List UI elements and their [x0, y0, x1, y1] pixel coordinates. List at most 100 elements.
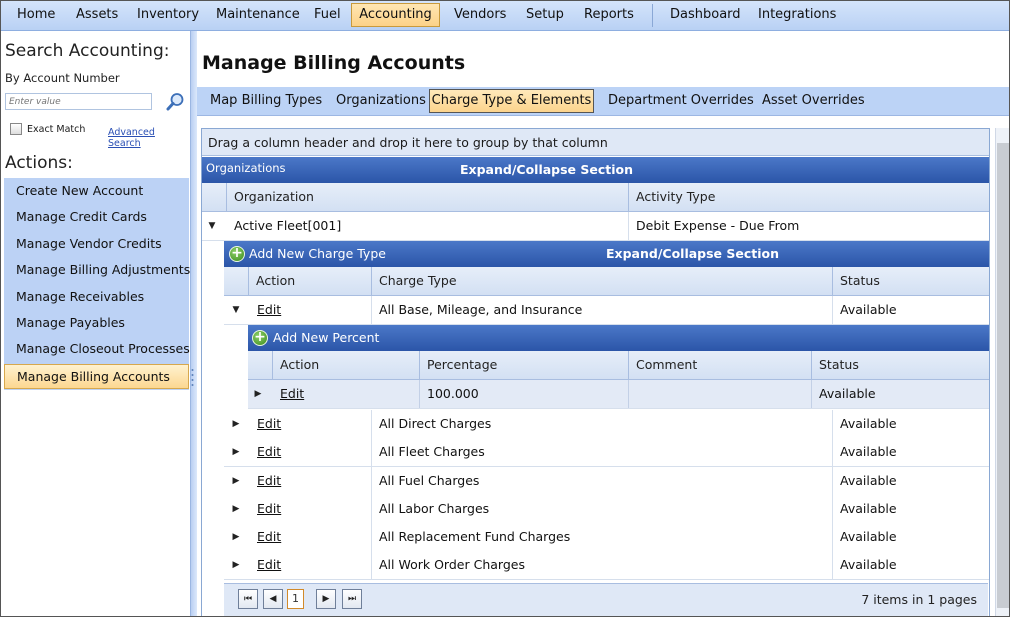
edit-link[interactable]: Edit	[257, 416, 281, 431]
column-organization[interactable]: Organization	[226, 183, 628, 211]
last-page-icon[interactable]: ⏭	[342, 589, 362, 609]
billing-grid: Drag a column header and drop it here to…	[201, 128, 990, 616]
exact-match-checkbox[interactable]	[10, 123, 22, 135]
nav-reports[interactable]: Reports	[584, 4, 634, 26]
nav-dashboard[interactable]: Dashboard	[670, 4, 741, 26]
advanced-search-link[interactable]: Advanced Search	[108, 127, 190, 149]
tab-charge-type-elements[interactable]: Charge Type & Elements	[429, 89, 594, 113]
status-value: Available	[840, 444, 897, 459]
scrollbar-thumb[interactable]	[997, 143, 1009, 608]
first-page-icon[interactable]: ⏮	[238, 589, 258, 609]
action-manage-receivables[interactable]: Manage Receivables	[4, 284, 189, 310]
add-new-charge-type-button[interactable]: Add New Charge Type	[249, 246, 386, 261]
prev-page-icon[interactable]: ◀	[263, 589, 283, 609]
action-manage-closeout-processes[interactable]: Manage Closeout Processes	[4, 336, 190, 362]
edit-link[interactable]: Edit	[280, 386, 304, 401]
vertical-scrollbar[interactable]	[995, 128, 1009, 616]
nav-fuel[interactable]: Fuel	[314, 4, 341, 26]
expand-caret-icon[interactable]: ▶	[226, 410, 246, 438]
percent-header-row: Action Percentage Comment Status	[248, 351, 989, 380]
expand-caret-icon[interactable]: ▶	[226, 551, 246, 579]
org-row: ▼ Active Fleet[001] Debit Expense - Due …	[202, 212, 989, 241]
column-comment[interactable]: Comment	[628, 351, 811, 379]
charge-row: ▶ Edit All Direct Charges Available	[224, 410, 989, 439]
edit-link[interactable]: Edit	[257, 501, 281, 516]
action-manage-payables[interactable]: Manage Payables	[4, 310, 189, 336]
nav-assets[interactable]: Assets	[76, 4, 118, 26]
expand-caret-icon[interactable]: ▶	[226, 438, 246, 466]
collapse-caret-icon[interactable]: ▼	[226, 296, 246, 324]
search-input[interactable]	[5, 93, 152, 110]
expand-caret-icon[interactable]: ▶	[248, 380, 268, 408]
nav-maintenance[interactable]: Maintenance	[216, 4, 300, 26]
page-number-button[interactable]: 1	[287, 589, 304, 609]
column-action[interactable]: Action	[248, 267, 371, 295]
pager-info: 7 items in 1 pages	[861, 592, 977, 607]
tab-map-billing-types[interactable]: Map Billing Types	[210, 91, 322, 111]
tab-department-overrides[interactable]: Department Overrides	[608, 91, 754, 111]
column-status[interactable]: Status	[832, 267, 989, 295]
action-manage-billing-adjustments[interactable]: Manage Billing Adjustments	[4, 257, 190, 283]
nav-home[interactable]: Home	[17, 4, 55, 26]
add-new-percent-button[interactable]: Add New Percent	[273, 330, 379, 345]
edit-link[interactable]: Edit	[257, 302, 281, 317]
expand-caret-icon[interactable]: ▶	[226, 495, 246, 523]
percentage-value: 100.000	[427, 386, 479, 401]
nav-vendors[interactable]: Vendors	[454, 4, 506, 26]
charge-type-value: All Fuel Charges	[379, 473, 480, 488]
group-panel[interactable]: Drag a column header and drop it here to…	[202, 129, 989, 156]
column-percentage[interactable]: Percentage	[419, 351, 628, 379]
org-header-row: Organization Activity Type	[202, 183, 989, 212]
charge-header-row: Action Charge Type Status	[224, 267, 989, 296]
column-status[interactable]: Status	[811, 351, 989, 379]
column-activity-type[interactable]: Activity Type	[628, 183, 989, 211]
next-page-icon[interactable]: ▶	[316, 589, 336, 609]
nav-integrations[interactable]: Integrations	[758, 4, 836, 26]
expand-caret-icon[interactable]: ▶	[226, 523, 246, 551]
expand-collapse-section[interactable]: Expand/Collapse Section	[460, 162, 633, 177]
add-percent-icon[interactable]: +	[252, 330, 268, 346]
action-manage-billing-accounts[interactable]: Manage Billing Accounts	[4, 363, 189, 389]
page-title: Manage Billing Accounts	[202, 52, 466, 74]
sidebar-splitter[interactable]	[190, 31, 197, 616]
charge-type-value: All Work Order Charges	[379, 557, 525, 572]
tab-asset-overrides[interactable]: Asset Overrides	[762, 91, 865, 111]
tab-bar: Map Billing Types Organizations Charge T…	[197, 87, 1009, 116]
nav-accounting[interactable]: Accounting	[351, 3, 440, 27]
nav-inventory[interactable]: Inventory	[137, 4, 199, 26]
action-create-new-account[interactable]: Create New Account	[4, 178, 189, 204]
tab-organizations[interactable]: Organizations	[336, 91, 426, 111]
action-manage-vendor-credits[interactable]: Manage Vendor Credits	[4, 231, 189, 257]
percent-section-bar: + Add New Percent	[248, 325, 989, 351]
edit-link[interactable]: Edit	[257, 473, 281, 488]
nav-setup[interactable]: Setup	[526, 4, 564, 26]
charge-row: ▼ Edit All Base, Mileage, and Insurance …	[224, 296, 989, 325]
search-icon[interactable]	[165, 92, 185, 112]
charge-type-value: All Labor Charges	[379, 501, 490, 516]
status-value: Available	[840, 529, 897, 544]
status-value: Available	[819, 386, 876, 401]
actions-list: Create New Account Manage Credit Cards M…	[4, 178, 190, 390]
add-charge-type-icon[interactable]: +	[229, 246, 245, 262]
column-charge-type[interactable]: Charge Type	[371, 267, 832, 295]
action-manage-credit-cards[interactable]: Manage Credit Cards	[4, 204, 189, 230]
organizations-section-bar[interactable]: Organizations Expand/Collapse Section	[202, 157, 989, 183]
status-value: Available	[840, 302, 897, 317]
charge-row: ▶ Edit All Work Order Charges Available	[224, 551, 989, 580]
edit-link[interactable]: Edit	[257, 557, 281, 572]
search-title: Search Accounting:	[5, 41, 170, 61]
edit-link[interactable]: Edit	[257, 529, 281, 544]
org-name: Active Fleet[001]	[234, 218, 342, 233]
charge-row: ▶ Edit All Fuel Charges Available	[224, 467, 989, 496]
nav-separator	[652, 4, 653, 27]
column-action[interactable]: Action	[272, 351, 419, 379]
expand-caret-icon[interactable]: ▶	[226, 467, 246, 495]
collapse-caret-icon[interactable]: ▼	[202, 212, 222, 240]
sidebar: Search Accounting: By Account Number Exa…	[1, 38, 190, 616]
actions-title: Actions:	[5, 153, 73, 173]
comment-value	[628, 380, 636, 408]
splitter-grip-icon[interactable]	[191, 368, 194, 388]
charge-expand-collapse[interactable]: Expand/Collapse Section	[606, 246, 779, 261]
charge-type-value: All Replacement Fund Charges	[379, 529, 571, 544]
edit-link[interactable]: Edit	[257, 444, 281, 459]
